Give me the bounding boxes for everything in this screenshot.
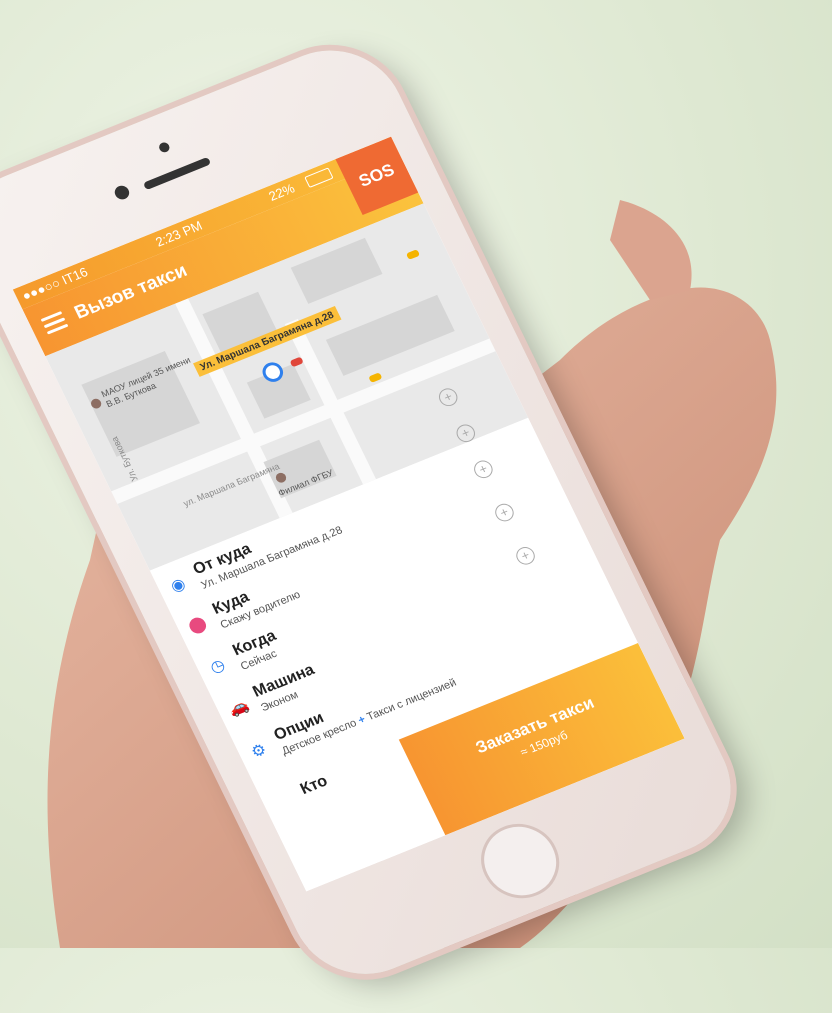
clock-icon: ◷: [207, 656, 228, 677]
car-icon: 🚗: [225, 696, 252, 720]
front-sensor-icon: [157, 141, 172, 154]
menu-icon[interactable]: [40, 311, 69, 335]
add-icon[interactable]: +: [471, 457, 496, 481]
row-who-label: Кто: [297, 772, 331, 799]
add-icon[interactable]: +: [492, 501, 517, 525]
order-price: ≈ 150руб: [517, 728, 570, 760]
option-licensed-taxi: Такси с лицензией: [365, 676, 459, 724]
taxi-car-icon: [289, 356, 304, 368]
earpiece-speaker: [142, 156, 212, 191]
destination-pin-icon: ⬤: [185, 614, 210, 637]
front-camera-icon: [112, 183, 132, 202]
origin-pin-icon: ◉: [168, 575, 189, 596]
add-icon[interactable]: +: [513, 544, 538, 568]
home-button[interactable]: [468, 812, 573, 910]
taxi-car-icon: [405, 249, 421, 260]
sos-button[interactable]: SOS: [335, 136, 419, 216]
settings-icon: ⚙: [248, 741, 270, 762]
